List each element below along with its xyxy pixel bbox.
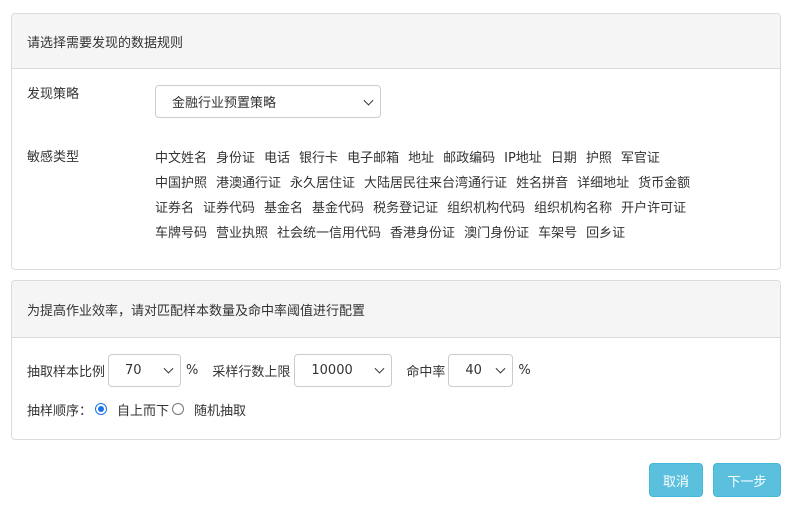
order-top-down-radio[interactable]	[95, 403, 108, 415]
type-tag: 证券代码	[203, 201, 256, 216]
types-line: 中国护照 港澳通行证 永久居住证 大陆居民往来台湾通行证 姓名拼音 详细地址 货…	[155, 169, 755, 194]
sensitive-types-list: 中文姓名 身份证 电话 银行卡 电子邮箱 地址 邮政编码 IP地址 日期 护照 …	[155, 144, 755, 244]
types-row: 敏感类型	[27, 146, 79, 165]
order-top-down-label: 自上而下	[117, 403, 170, 419]
types-label: 敏感类型	[27, 150, 80, 165]
strategy-select[interactable]: 金融行业预置策略	[155, 85, 381, 118]
rules-panel: 请选择需要发现的数据规则 发现策略 金融行业预置策略 敏感类型 中文姓名 身份证…	[11, 13, 781, 270]
chevron-down-icon	[495, 363, 506, 374]
order-row: 抽样顺序： 自上而下 随机抽取	[27, 399, 246, 419]
row-limit-label: 采样行数上限	[212, 364, 291, 380]
config-panel-title: 为提高作业效率，请对匹配样本数量及命中率阈值进行配置	[27, 303, 366, 319]
type-tag: 基金代码	[312, 201, 365, 216]
type-tag: 澳门身份证	[464, 226, 530, 241]
type-tag: 地址	[408, 151, 435, 166]
type-tag: 组织机构代码	[447, 201, 526, 216]
types-line: 车牌号码 营业执照 社会统一信用代码 香港身份证 澳门身份证 车架号 回乡证	[155, 219, 755, 244]
order-label: 抽样顺序：	[27, 403, 93, 419]
type-tag: 电话	[264, 151, 291, 166]
order-random-label: 随机抽取	[194, 403, 247, 419]
type-tag: 军官证	[620, 151, 660, 166]
type-tag: 税务登记证	[373, 201, 439, 216]
rules-panel-header: 请选择需要发现的数据规则	[12, 14, 780, 69]
chevron-down-icon	[363, 95, 374, 106]
sample-ratio-select[interactable]: 70	[108, 353, 182, 387]
type-tag: 香港身份证	[390, 226, 456, 241]
strategy-row: 发现策略	[27, 86, 79, 104]
types-line: 中文姓名 身份证 电话 银行卡 电子邮箱 地址 邮政编码 IP地址 日期 护照 …	[155, 144, 755, 169]
type-tag: 车牌号码	[155, 226, 208, 241]
type-tag: 组织机构名称	[534, 201, 613, 216]
type-tag: 身份证	[216, 151, 256, 166]
type-tag: 基金名	[264, 201, 304, 216]
hit-rate-label: 命中率	[406, 364, 446, 380]
type-tag: 中国护照	[155, 176, 208, 191]
type-tag: 日期	[550, 151, 577, 166]
sample-ratio-percent: %	[186, 362, 199, 378]
config-panel: 为提高作业效率，请对匹配样本数量及命中率阈值进行配置 抽取样本比例 70 % 采…	[11, 280, 781, 440]
row-limit-value: 10000	[311, 362, 353, 378]
type-tag: 银行卡	[299, 151, 339, 166]
type-tag: 港澳通行证	[216, 176, 282, 191]
type-tag: 车架号	[538, 226, 578, 241]
type-tag: 永久居住证	[290, 176, 356, 191]
type-tag: 邮政编码	[443, 151, 496, 166]
type-tag: 货币金额	[638, 176, 691, 191]
type-tag: 回乡证	[586, 226, 626, 241]
type-tag: 开户许可证	[621, 201, 687, 216]
hit-rate-value: 40	[465, 362, 482, 378]
sample-ratio-value: 70	[125, 362, 142, 378]
strategy-label: 发现策略	[27, 87, 80, 102]
cancel-button[interactable]: 取消	[649, 463, 703, 497]
types-line: 证券名 证券代码 基金名 基金代码 税务登记证 组织机构代码 组织机构名称 开户…	[155, 194, 755, 219]
type-tag: 姓名拼音	[516, 176, 569, 191]
config-panel-header: 为提高作业效率，请对匹配样本数量及命中率阈值进行配置	[12, 281, 780, 338]
type-tag: 电子邮箱	[347, 151, 400, 166]
chevron-down-icon	[374, 363, 385, 374]
order-random-radio[interactable]	[172, 403, 185, 415]
strategy-select-value: 金融行业预置策略	[172, 96, 277, 111]
sample-ratio-label: 抽取样本比例	[27, 364, 106, 380]
type-tag: 证券名	[155, 201, 195, 216]
hit-rate-select[interactable]: 40	[448, 353, 514, 387]
sampling-row: 抽取样本比例 70 % 采样行数上限 10000 命中率 40 %	[27, 353, 531, 387]
chevron-down-icon	[163, 363, 174, 374]
row-limit-select[interactable]: 10000	[294, 353, 393, 387]
next-step-button[interactable]: 下一步	[713, 463, 781, 497]
rules-panel-title: 请选择需要发现的数据规则	[27, 35, 184, 51]
type-tag: 详细地址	[577, 176, 630, 191]
type-tag: 护照	[585, 151, 612, 166]
type-tag: 大陆居民往来台湾通行证	[364, 176, 508, 191]
type-tag: 社会统一信用代码	[277, 226, 382, 241]
type-tag: IP地址	[504, 151, 542, 166]
type-tag: 营业执照	[216, 226, 269, 241]
type-tag: 中文姓名	[155, 151, 208, 166]
hit-rate-percent: %	[518, 362, 531, 378]
